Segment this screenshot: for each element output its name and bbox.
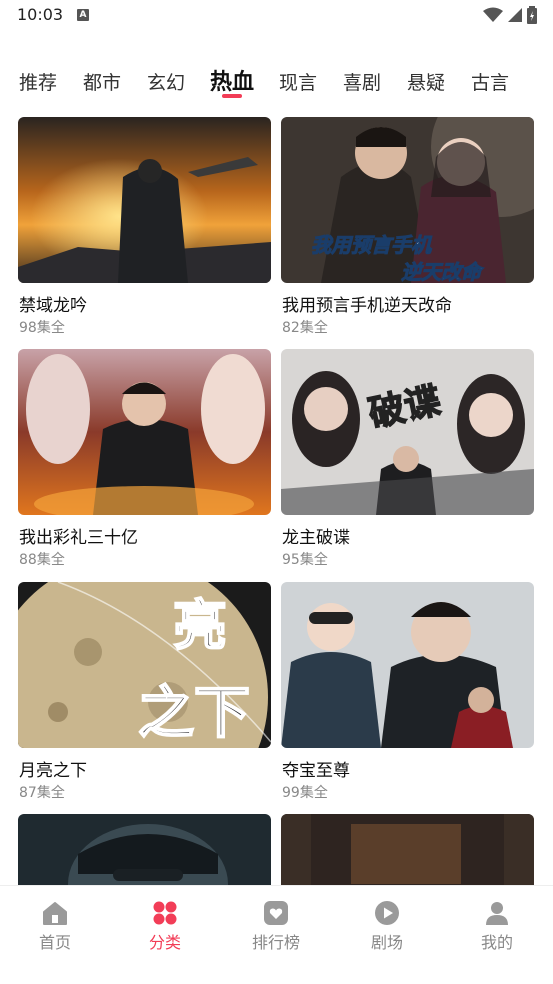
tab-modern-romance[interactable]: 现言 — [279, 68, 317, 95]
nav-home-label: 首页 — [38, 933, 71, 952]
active-tab-indicator — [222, 94, 242, 98]
drama-card[interactable]: 亮 之下 月亮之下 87集全 — [18, 582, 271, 807]
status-bar: 10:03 A — [0, 0, 553, 32]
nav-category-label: 分类 — [148, 933, 181, 952]
tab-action[interactable]: 热血 — [210, 64, 254, 96]
nav-theater-label: 剧场 — [370, 933, 403, 952]
tab-ancient-romance[interactable]: 古言 — [471, 68, 509, 95]
home-icon — [43, 902, 67, 925]
drama-card[interactable]: 破谍 龙主破谍 95集全 — [281, 349, 534, 574]
drama-episodes: 99集全 — [282, 785, 328, 801]
drama-card[interactable]: 我用预言手机 逆天改命 我用预言手机逆天改命 82集全 — [281, 117, 534, 342]
ranking-icon — [264, 901, 288, 925]
poster-title-text: 亮 — [173, 594, 227, 657]
drama-card[interactable]: 禁域龙吟 98集全 — [18, 117, 271, 342]
drama-grid: 禁域龙吟 98集全 我用预言手机 逆天改命 我用预言手机逆天改命 82集全 我出… — [0, 117, 553, 885]
drama-episodes: 88集全 — [19, 552, 65, 568]
drama-title: 龙主破谍 — [282, 528, 350, 548]
drama-card[interactable]: 夺宝至尊 99集全 — [281, 582, 534, 807]
poster-title-text: 逆天改命 — [401, 260, 484, 283]
drama-poster — [281, 814, 534, 885]
poster-title-text: 我用预言手机 — [311, 233, 433, 257]
drama-episodes: 82集全 — [282, 320, 328, 336]
drama-poster: 亮 之下 — [18, 582, 271, 748]
drama-episodes: 87集全 — [19, 785, 65, 801]
drama-card[interactable] — [281, 814, 534, 885]
drama-card[interactable]: 我出彩礼三十亿 88集全 — [18, 349, 271, 574]
drama-title: 我用预言手机逆天改命 — [282, 296, 452, 316]
drama-title: 禁域龙吟 — [19, 296, 87, 316]
drama-card[interactable] — [18, 814, 271, 885]
drama-title: 夺宝至尊 — [282, 761, 350, 781]
notification-a-icon: A — [77, 9, 89, 21]
drama-episodes: 98集全 — [19, 320, 65, 336]
tab-urban[interactable]: 都市 — [83, 68, 121, 95]
bottom-nav: 首页 分类 排行榜 剧场 我的 — [0, 885, 553, 984]
tab-suspense[interactable]: 悬疑 — [407, 68, 445, 95]
wifi-icon — [483, 7, 503, 22]
drama-poster — [18, 814, 271, 885]
drama-title: 我出彩礼三十亿 — [19, 528, 138, 548]
nav-ranking[interactable]: 排行榜 — [221, 900, 331, 953]
play-icon — [375, 901, 399, 925]
tab-recommend[interactable]: 推荐 — [19, 68, 57, 95]
drama-poster — [18, 349, 271, 515]
drama-poster — [18, 117, 271, 283]
status-time: 10:03 — [17, 5, 64, 24]
poster-title-text: 破谍 — [365, 380, 444, 435]
battery-icon — [527, 6, 537, 24]
tab-fantasy[interactable]: 玄幻 — [147, 68, 185, 95]
drama-title: 月亮之下 — [19, 761, 87, 781]
drama-episodes: 95集全 — [282, 552, 328, 568]
category-icon — [153, 901, 177, 925]
drama-poster — [281, 582, 534, 748]
poster-title-text: 之下 — [138, 681, 250, 746]
signal-icon — [508, 8, 522, 22]
category-tabs: 推荐 都市 玄幻 热血 现言 喜剧 悬疑 古言 — [0, 62, 553, 102]
nav-profile[interactable]: 我的 — [442, 900, 552, 953]
user-icon — [486, 902, 508, 925]
status-icons — [483, 6, 537, 24]
nav-theater[interactable]: 剧场 — [332, 900, 442, 953]
nav-home[interactable]: 首页 — [0, 900, 110, 953]
drama-poster: 我用预言手机 逆天改命 — [281, 117, 534, 283]
nav-profile-label: 我的 — [480, 933, 513, 952]
nav-ranking-label: 排行榜 — [251, 933, 300, 952]
nav-category[interactable]: 分类 — [110, 900, 220, 953]
tab-comedy[interactable]: 喜剧 — [343, 68, 381, 95]
drama-poster: 破谍 — [281, 349, 534, 515]
